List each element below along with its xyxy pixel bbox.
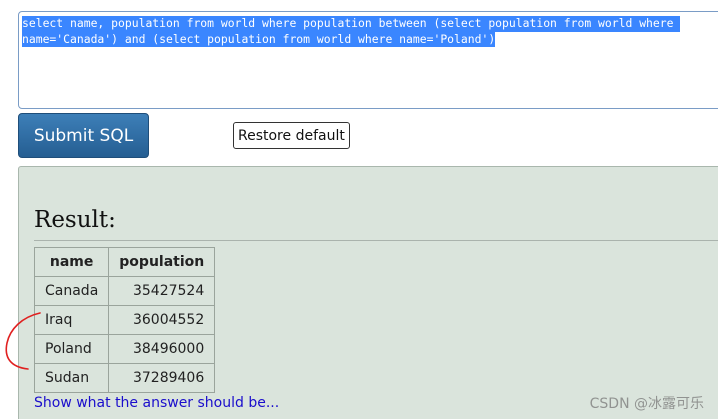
table-row: Sudan 37289406 xyxy=(33,363,216,393)
divider xyxy=(34,240,718,241)
sql-line-1: select name, population from world where… xyxy=(22,16,681,32)
cell-population: 37289406 xyxy=(108,363,216,393)
table-row: Canada 35427524 xyxy=(33,276,216,306)
table-header-row: name population xyxy=(33,247,216,277)
result-panel: Result: name population Canada 35427524 … xyxy=(18,166,718,419)
sql-editor[interactable]: select name, population from world where… xyxy=(18,11,718,109)
table-row: Iraq 36004552 xyxy=(33,305,216,335)
restore-default-button[interactable]: Restore default xyxy=(233,122,350,149)
cell-population: 38496000 xyxy=(108,334,216,364)
result-title: Result: xyxy=(34,207,116,233)
cell-population: 36004552 xyxy=(108,305,216,335)
show-answer-link[interactable]: Show what the answer should be... xyxy=(34,395,279,411)
watermark: CSDN @冰露可乐 xyxy=(589,396,704,412)
cell-name: Canada xyxy=(33,276,110,306)
table-row: Poland 38496000 xyxy=(33,334,216,364)
column-header-population: population xyxy=(108,247,216,277)
red-bracket-annotation xyxy=(5,312,41,370)
cell-population: 35427524 xyxy=(108,276,216,306)
sql-line-2: name='Canada') and (select population fr… xyxy=(22,31,496,47)
column-header-name: name xyxy=(33,247,110,277)
result-table: name population Canada 35427524 Iraq 360… xyxy=(33,247,216,393)
submit-sql-button[interactable]: Submit SQL xyxy=(18,113,149,158)
